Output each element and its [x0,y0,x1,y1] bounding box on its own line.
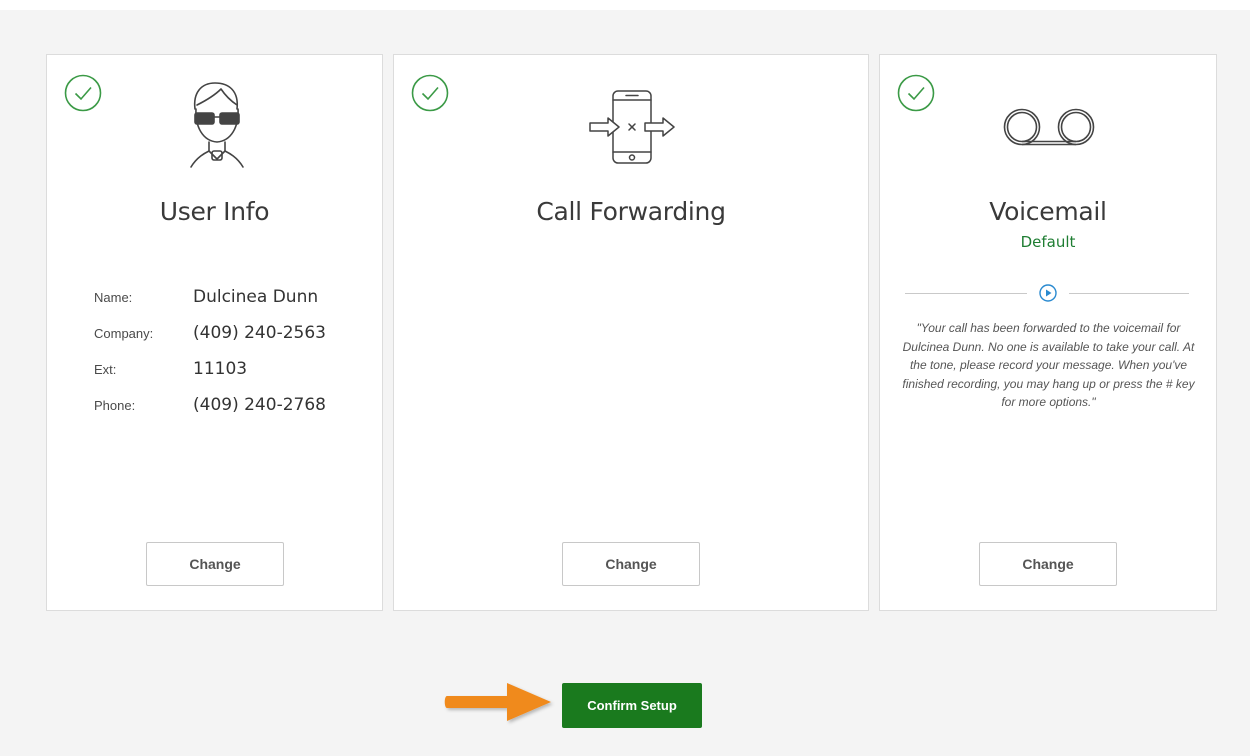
confirm-setup-button[interactable]: Confirm Setup [562,683,702,728]
divider-left [905,293,1027,294]
card-title: User Info [159,197,270,226]
divider-right [1069,293,1189,294]
check-circle-icon [64,74,102,112]
phone-label: Phone: [94,397,136,413]
name-value: Dulcinea Dunn [193,287,319,307]
voicemail-icon [1003,108,1095,146]
info-row-name: Name: Dulcinea Dunn [94,279,326,315]
phone-forward-icon [589,90,675,164]
user-avatar-icon [190,82,244,168]
top-strip [0,0,1250,10]
user-info-card: User Info Name: Dulcinea Dunn Company: (… [46,54,383,611]
orange-arrow-icon [444,683,551,721]
ext-label: Ext: [94,361,117,377]
change-user-info-button[interactable]: Change [146,542,284,586]
info-row-company: Company: (409) 240-2563 [94,315,326,351]
company-label: Company: [94,325,154,341]
company-value: (409) 240-2563 [193,323,326,343]
check-circle-icon [897,74,935,112]
voicemail-subtitle: Default [1020,233,1076,251]
card-title: Call Forwarding [536,197,726,226]
info-row-phone: Phone: (409) 240-2768 [94,387,326,423]
play-icon[interactable] [1039,284,1057,302]
voicemail-greeting-text: "Your call has been forwarded to the voi… [902,321,1195,409]
voicemail-card: Voicemail Default "Your call has been fo… [879,54,1217,611]
card-title: Voicemail [989,197,1107,226]
name-label: Name: [94,289,133,305]
call-forwarding-card: Call Forwarding Change [393,54,869,611]
phone-value: (409) 240-2768 [193,395,326,415]
info-row-ext: Ext: 11103 [94,351,326,387]
check-circle-icon [411,74,449,112]
ext-value: 11103 [193,359,248,379]
change-voicemail-button[interactable]: Change [979,542,1117,586]
change-call-forwarding-button[interactable]: Change [562,542,700,586]
user-info-table: Name: Dulcinea Dunn Company: (409) 240-2… [94,279,326,423]
